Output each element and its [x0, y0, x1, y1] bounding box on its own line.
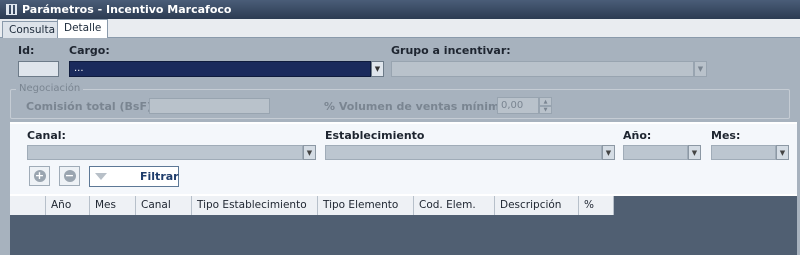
grupo-dropdown[interactable]	[391, 61, 694, 77]
chevron-down-icon: ▼	[543, 107, 548, 113]
grid-header-mes[interactable]: Mes	[90, 196, 136, 215]
canal-label: Canal:	[27, 129, 66, 142]
chevron-down-icon: ▼	[691, 148, 698, 157]
panel-border-left-bottom	[0, 196, 10, 255]
establecimiento-label: Establecimiento	[325, 129, 425, 142]
chevron-down-icon: ▼	[605, 148, 612, 157]
grid-header-selector[interactable]	[10, 196, 46, 215]
chevron-down-icon: ▼	[779, 148, 786, 157]
app-icon	[6, 4, 17, 15]
cargo-label: Cargo:	[69, 44, 110, 57]
panel-border-left-mid	[3, 122, 10, 196]
plus-icon: +	[33, 169, 46, 182]
grid-header-canal[interactable]: Canal	[136, 196, 192, 215]
mes-label: Mes:	[711, 129, 741, 142]
id-field[interactable]	[18, 61, 59, 77]
anio-dropdown[interactable]	[623, 145, 688, 160]
results-grid[interactable]: Año Mes Canal Tipo Establecimiento Tipo …	[10, 196, 797, 255]
window-titlebar: Parámetros - Incentivo Marcafoco	[0, 0, 800, 19]
grupo-dropdown-arrow[interactable]: ▼	[694, 61, 707, 77]
filtrar-button[interactable]: Filtrar	[89, 166, 179, 187]
chevron-up-icon: ▲	[543, 98, 548, 105]
volumen-label: % Volumen de ventas mínimo:	[324, 100, 512, 113]
remove-button[interactable]: −	[59, 166, 80, 186]
add-button[interactable]: +	[29, 166, 50, 186]
grid-header-descripcion[interactable]: Descripción	[495, 196, 579, 215]
funnel-icon	[95, 173, 107, 180]
cargo-dropdown-arrow[interactable]: ▼	[371, 61, 384, 77]
anio-dropdown-arrow[interactable]: ▼	[688, 145, 701, 160]
id-label: Id:	[18, 44, 35, 57]
volumen-spin-down[interactable]: ▼	[539, 106, 552, 114]
volumen-spin-up[interactable]: ▲	[539, 97, 552, 106]
mes-dropdown-arrow[interactable]: ▼	[776, 145, 789, 160]
tab-bar: Consulta Detalle	[0, 19, 800, 38]
chevron-down-icon: ▼	[306, 148, 313, 157]
cargo-dropdown[interactable]: ...	[69, 61, 371, 77]
grid-header-tipo-establecimiento[interactable]: Tipo Establecimiento	[192, 196, 318, 215]
anio-label: Año:	[623, 129, 652, 142]
grid-header-porcentaje[interactable]: %	[579, 196, 614, 215]
tab-detalle[interactable]: Detalle	[57, 19, 109, 38]
mes-dropdown[interactable]	[711, 145, 776, 160]
grid-header-tipo-elemento[interactable]: Tipo Elemento	[318, 196, 414, 215]
establecimiento-dropdown-arrow[interactable]: ▼	[602, 145, 615, 160]
grid-header-anio[interactable]: Año	[46, 196, 90, 215]
canal-dropdown[interactable]	[27, 145, 303, 160]
tab-consulta[interactable]: Consulta	[2, 21, 63, 38]
negociacion-title: Negociación	[16, 83, 84, 94]
establecimiento-dropdown[interactable]	[325, 145, 602, 160]
canal-dropdown-arrow[interactable]: ▼	[303, 145, 316, 160]
comision-label: Comisión total (BsF):	[26, 100, 157, 113]
comision-field[interactable]	[149, 98, 270, 114]
filtrar-button-label: Filtrar	[140, 170, 179, 183]
minus-icon: −	[63, 169, 76, 182]
window-title: Parámetros - Incentivo Marcafoco	[22, 3, 232, 16]
grid-header-cod-elem[interactable]: Cod. Elem.	[414, 196, 495, 215]
grupo-label: Grupo a incentivar:	[391, 44, 511, 57]
chevron-down-icon: ▼	[374, 65, 381, 73]
chevron-down-icon: ▼	[697, 65, 704, 73]
grid-header: Año Mes Canal Tipo Establecimiento Tipo …	[10, 196, 614, 215]
volumen-field[interactable]: 0,00	[497, 97, 539, 114]
